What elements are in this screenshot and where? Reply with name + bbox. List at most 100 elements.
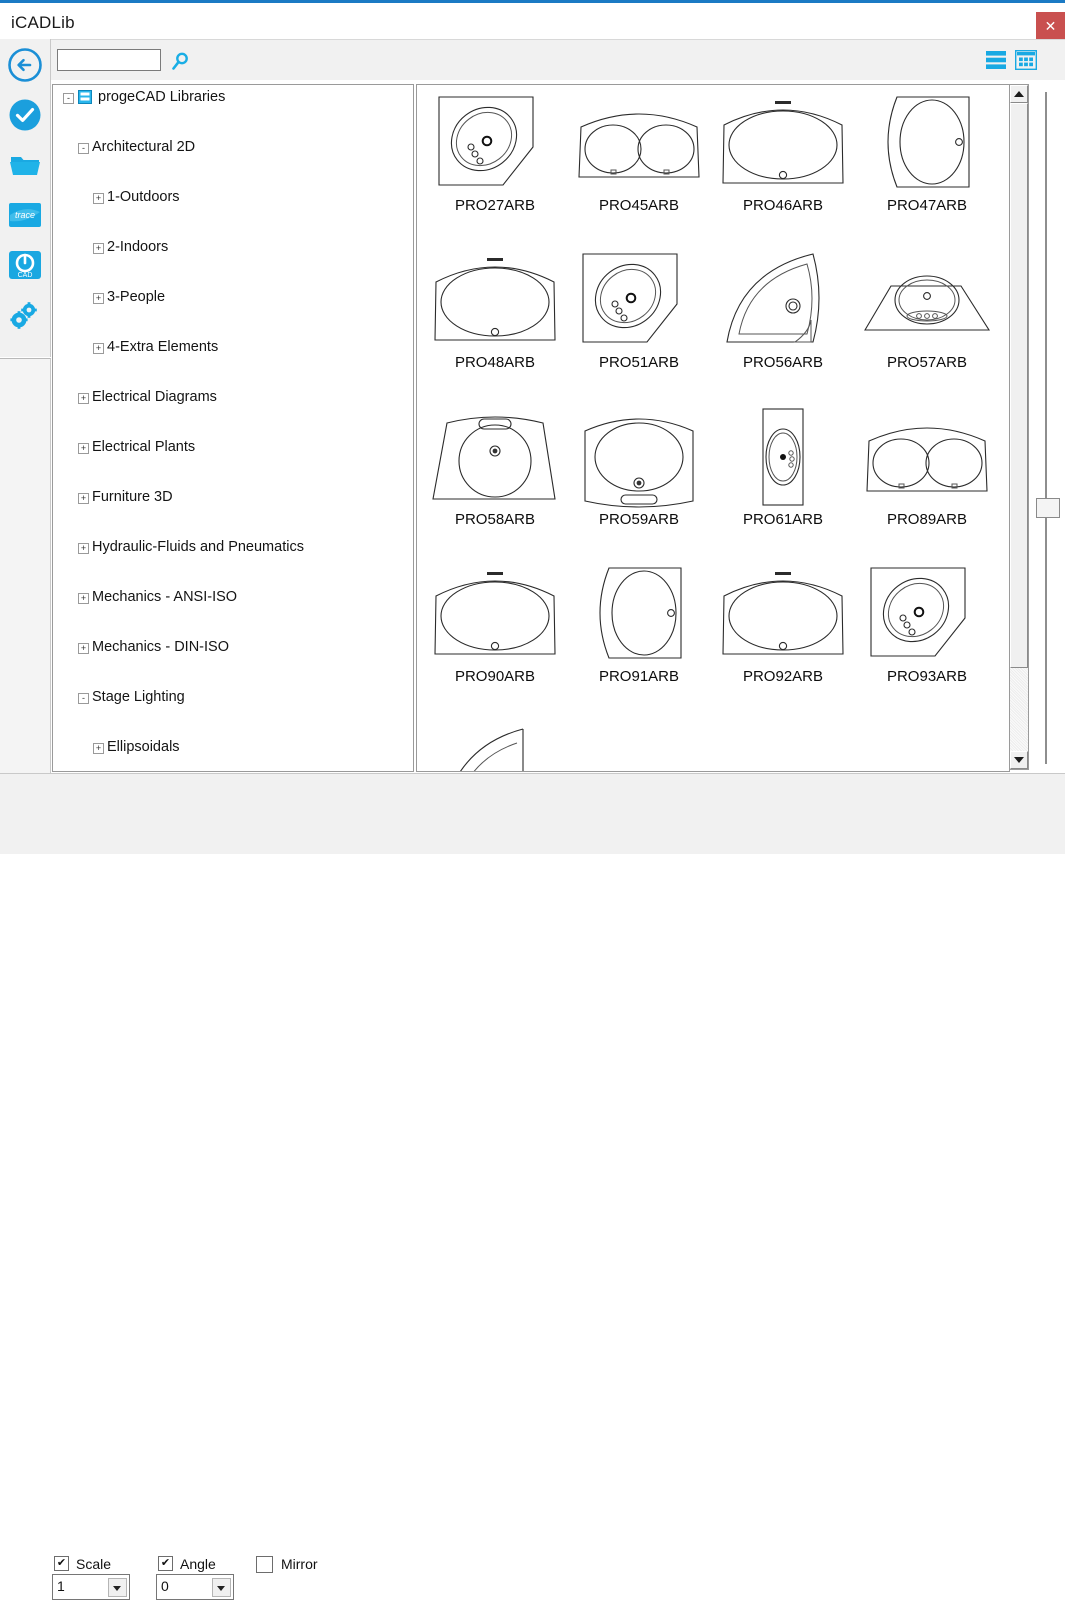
- tree-toggle-expand-icon[interactable]: +: [78, 443, 89, 454]
- traceparts-button[interactable]: trace: [7, 197, 43, 233]
- tree-toggle-expand-icon[interactable]: +: [93, 343, 104, 354]
- library-tree-panel[interactable]: - progeCAD Libraries - Architectural 2D +1-O…: [52, 84, 414, 772]
- tree-item-architectural-2d[interactable]: - Architectural 2D: [53, 135, 413, 160]
- tree-item-3-people[interactable]: +3-People: [53, 285, 413, 310]
- scrollbar-thumb[interactable]: [1010, 103, 1028, 668]
- block-preview-icon: [425, 717, 565, 771]
- grid-item-label: PRO61ARB: [742, 511, 824, 528]
- tree-item-label: progeCAD Libraries: [98, 89, 226, 105]
- tree-item-2-indoors[interactable]: +2-Indoors: [53, 235, 413, 260]
- tree-toggle-expand-icon[interactable]: +: [78, 493, 89, 504]
- tree-item-electrical-diagrams[interactable]: + Electrical Diagrams: [53, 385, 413, 410]
- panel-resize-slider-thumb[interactable]: [1036, 498, 1060, 518]
- block-preview-icon: [713, 246, 853, 354]
- tree-item-label: 2-Indoors: [107, 239, 169, 255]
- search-input[interactable]: [57, 49, 161, 71]
- search-icon[interactable]: [169, 51, 191, 73]
- confirm-button[interactable]: [7, 97, 43, 133]
- tree-item-4-extra-elements[interactable]: +4-Extra Elements: [53, 335, 413, 360]
- chevron-down-icon[interactable]: [108, 1578, 127, 1597]
- scale-combo[interactable]: 1: [52, 1574, 130, 1600]
- title-bar: iCADLib ✕: [0, 3, 1065, 41]
- angle-value: 0: [161, 1578, 169, 1594]
- angle-checkbox[interactable]: ✔: [158, 1556, 173, 1571]
- bottom-options-bar: ✔ Scale 1 ✔ Angle 0 Mirror: [0, 773, 1065, 1600]
- tree-toggle-expand-icon[interactable]: +: [93, 743, 104, 754]
- left-icon-rail: trace CAD: [0, 39, 51, 357]
- grid-item-label: PRO92ARB: [742, 668, 824, 685]
- scroll-up-button[interactable]: [1010, 85, 1028, 103]
- tree-item-label: Hydraulic-Fluids and Pneumatics: [92, 539, 304, 555]
- panel-resize-slider-track: [1045, 92, 1047, 764]
- tree-item-label: 4-Extra Elements: [107, 339, 219, 355]
- tree-toggle-expand-icon[interactable]: +: [93, 293, 104, 304]
- grid-vertical-scrollbar[interactable]: [1009, 84, 1029, 770]
- grid-item-pro59arb[interactable]: PRO59ARB: [569, 403, 709, 535]
- tree-toggle-expand-icon[interactable]: +: [78, 393, 89, 404]
- grid-item-pro48arb[interactable]: PRO48ARB: [425, 246, 565, 378]
- grid-item-pro92arb[interactable]: PRO92ARB: [713, 560, 853, 692]
- tree-item-progecad-libraries[interactable]: - progeCAD Libraries: [53, 85, 413, 110]
- svg-text:CAD: CAD: [18, 272, 33, 279]
- folder-button[interactable]: [7, 147, 43, 183]
- tree-item-label: Electrical Diagrams: [92, 389, 217, 405]
- scrollbar-track[interactable]: [1010, 668, 1028, 753]
- tree-item-label: Ellipsoidals: [107, 739, 180, 755]
- grid-item-partial[interactable]: [425, 717, 565, 771]
- mirror-label: Mirror: [281, 1556, 318, 1572]
- grid-item-pro47arb[interactable]: PRO47ARB: [857, 89, 997, 221]
- grid-item-pro61arb[interactable]: PRO61ARB: [713, 403, 853, 535]
- block-preview-icon: [569, 246, 709, 354]
- tree-toggle-expand-icon[interactable]: +: [78, 593, 89, 604]
- tree-item-furniture-3d[interactable]: + Furniture 3D: [53, 485, 413, 510]
- grid-item-pro90arb[interactable]: PRO90ARB: [425, 560, 565, 692]
- tree-toggle-expand-icon[interactable]: +: [78, 543, 89, 554]
- scroll-down-button[interactable]: [1010, 751, 1028, 769]
- tree-item-mechanics-din-iso[interactable]: + Mechanics - DIN-ISO: [53, 635, 413, 660]
- settings-button[interactable]: [7, 297, 43, 333]
- grid-item-pro58arb[interactable]: PRO58ARB: [425, 403, 565, 535]
- cadenas-button[interactable]: CAD: [7, 247, 43, 283]
- angle-combo[interactable]: 0: [156, 1574, 234, 1600]
- back-button[interactable]: [7, 47, 43, 83]
- grid-item-pro91arb[interactable]: PRO91ARB: [569, 560, 709, 692]
- angle-label: Angle: [180, 1556, 216, 1572]
- grid-item-label: PRO48ARB: [454, 354, 536, 371]
- grid-item-label: PRO90ARB: [454, 668, 536, 685]
- thumbnail-grid-panel[interactable]: PRO27ARB PRO45ARB PRO46ARB PRO47ARB PRO48ARB…: [416, 84, 1010, 772]
- tree-toggle-collapse-icon[interactable]: -: [78, 143, 89, 154]
- tree-item-label: 3-People: [107, 289, 166, 305]
- tree-toggle-expand-icon[interactable]: +: [78, 643, 89, 654]
- tree-item-label: Mechanics - ANSI-ISO: [92, 589, 238, 605]
- tree-item-ellipsoidals[interactable]: + Ellipsoidals: [53, 735, 413, 760]
- grid-item-label: PRO91ARB: [598, 668, 680, 685]
- svg-text:trace: trace: [15, 210, 35, 220]
- tree-item-1-outdoors[interactable]: +1-Outdoors: [53, 185, 413, 210]
- grid-item-label: PRO93ARB: [886, 668, 968, 685]
- close-window-button[interactable]: ✕: [1036, 12, 1065, 41]
- tree-item-stage-lighting[interactable]: - Stage Lighting: [53, 685, 413, 710]
- grid-item-pro46arb[interactable]: PRO46ARB: [713, 89, 853, 221]
- library-icon: [77, 89, 93, 105]
- tree-toggle-collapse-icon[interactable]: -: [63, 93, 74, 104]
- chevron-down-icon[interactable]: [212, 1578, 231, 1597]
- list-view-icon[interactable]: [985, 50, 1007, 70]
- block-preview-icon: [569, 403, 709, 511]
- mirror-checkbox[interactable]: [256, 1556, 273, 1573]
- grid-item-pro51arb[interactable]: PRO51ARB: [569, 246, 709, 378]
- grid-item-pro89arb[interactable]: PRO89ARB: [857, 403, 997, 535]
- scale-checkbox[interactable]: ✔: [54, 1556, 69, 1571]
- tree-toggle-expand-icon[interactable]: +: [93, 243, 104, 254]
- grid-item-pro93arb[interactable]: PRO93ARB: [857, 560, 997, 692]
- tree-toggle-expand-icon[interactable]: +: [93, 193, 104, 204]
- grid-item-pro45arb[interactable]: PRO45ARB: [569, 89, 709, 221]
- grid-item-label: PRO57ARB: [886, 354, 968, 371]
- tree-toggle-collapse-icon[interactable]: -: [78, 693, 89, 704]
- grid-view-icon[interactable]: [1014, 49, 1038, 71]
- tree-item-mechanics-ansi-iso[interactable]: + Mechanics - ANSI-ISO: [53, 585, 413, 610]
- tree-item-electrical-plants[interactable]: + Electrical Plants: [53, 435, 413, 460]
- grid-item-pro56arb[interactable]: PRO56ARB: [713, 246, 853, 378]
- grid-item-pro27arb[interactable]: PRO27ARB: [425, 89, 565, 221]
- tree-item-hydraulic-fluids-and-pneumatics[interactable]: + Hydraulic-Fluids and Pneumatics: [53, 535, 413, 560]
- grid-item-pro57arb[interactable]: PRO57ARB: [857, 246, 997, 378]
